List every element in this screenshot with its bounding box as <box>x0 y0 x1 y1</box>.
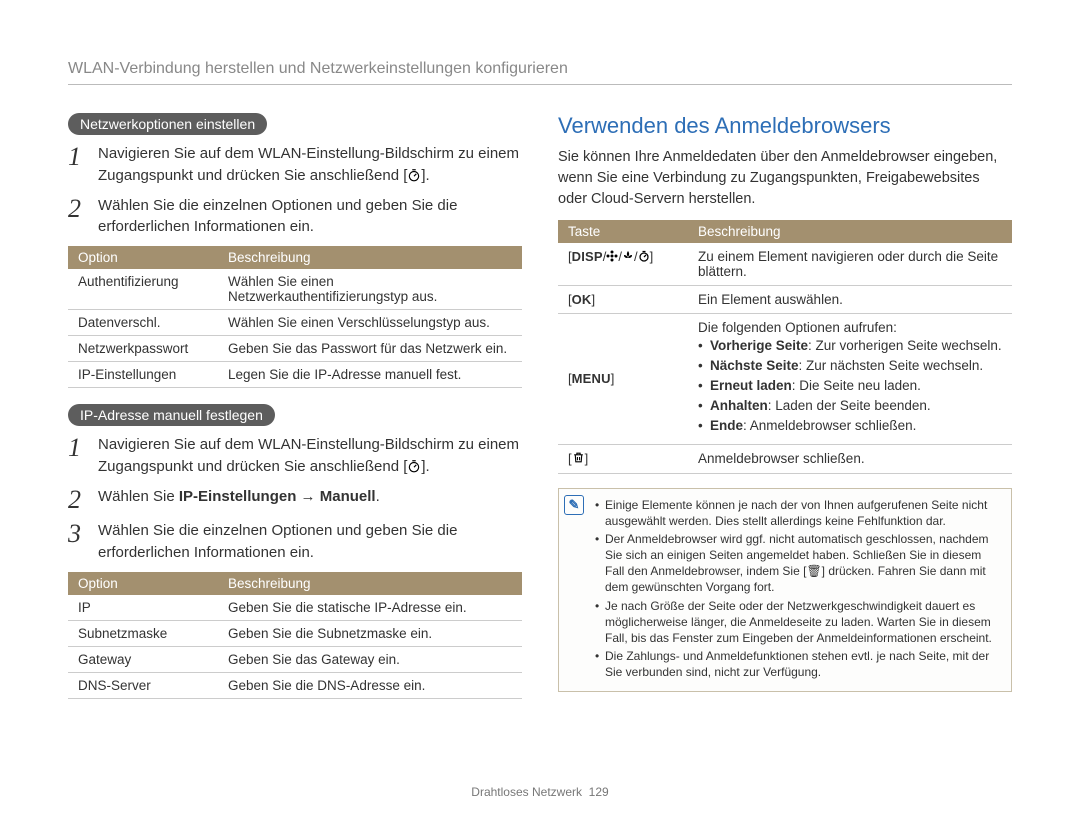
note-item: Je nach Größe der Seite oder der Netzwer… <box>595 598 1001 647</box>
table-header: Beschreibung <box>688 220 1012 243</box>
note-icon: ✎ <box>564 495 584 515</box>
table-row: NetzwerkpasswortGeben Sie das Passwort f… <box>68 336 522 362</box>
table-row: [] Anmeldebrowser schließen. <box>558 444 1012 473</box>
list-item: Anhalten: Laden der Seite beenden. <box>698 397 1002 416</box>
table-row: IPGeben Sie die statische IP-Adresse ein… <box>68 595 522 621</box>
subheading-ip-manual: IP-Adresse manuell festlegen <box>68 404 275 426</box>
trash-icon <box>572 451 585 467</box>
timer-icon <box>407 458 421 480</box>
timer-icon <box>407 167 421 189</box>
step-1: 1 Navigieren Sie auf dem WLAN-Einstellun… <box>68 434 522 480</box>
step-3: 3 Wählen Sie die einzelnen Optionen und … <box>68 520 522 564</box>
subheading-network-options: Netzwerkoptionen einstellen <box>68 113 267 135</box>
table-header: Option <box>68 246 218 269</box>
list-item: Ende: Anmeldebrowser schließen. <box>698 417 1002 436</box>
page-footer: Drahtloses Netzwerk 129 <box>0 785 1080 799</box>
step-text: Wählen Sie die einzelnen Optionen und ge… <box>98 520 522 564</box>
table-row: SubnetzmaskeGeben Sie die Subnetzmaske e… <box>68 620 522 646</box>
key-desc: Ein Element auswählen. <box>688 286 1012 314</box>
note-item: Der Anmeldebrowser wird ggf. nicht autom… <box>595 531 1001 596</box>
timer-icon <box>638 250 650 265</box>
table-row: [DISP///] Zu einem Element navigieren od… <box>558 243 1012 286</box>
key-table: Taste Beschreibung [DISP///] Zu einem El… <box>558 220 1012 473</box>
section-title: Verwenden des Anmeldebrowsers <box>558 113 1012 139</box>
manual-page: WLAN-Verbindung herstellen und Netzwerke… <box>0 0 1080 815</box>
menu-options-list: Vorherige Seite: Zur vorherigen Seite we… <box>698 337 1002 435</box>
footer-section: Drahtloses Netzwerk <box>471 785 582 799</box>
step-number: 2 <box>68 486 94 515</box>
left-column: Netzwerkoptionen einstellen 1 Navigieren… <box>68 113 522 715</box>
page-header: WLAN-Verbindung herstellen und Netzwerke… <box>68 60 1012 85</box>
table-header: Beschreibung <box>218 246 522 269</box>
flower-icon <box>606 250 618 265</box>
macro-icon <box>622 250 634 265</box>
note-item: Die Zahlungs- und Anmeldefunktionen steh… <box>595 648 1001 680</box>
options-table-2: Option Beschreibung IPGeben Sie die stat… <box>68 572 522 699</box>
options-table-1: Option Beschreibung AuthentifizierungWäh… <box>68 246 522 388</box>
note-item: Einige Elemente können je nach der von I… <box>595 497 1001 529</box>
key-trash: [] <box>558 444 688 473</box>
header-title: WLAN-Verbindung herstellen und Netzwerke… <box>68 60 1012 78</box>
list-item: Vorherige Seite: Zur vorherigen Seite we… <box>698 337 1002 356</box>
step-text: Wählen Sie IP-Einstellungen → Manuell. <box>98 486 522 515</box>
table-header: Option <box>68 572 218 595</box>
table-row: IP-EinstellungenLegen Sie die IP-Adresse… <box>68 362 522 388</box>
note-box: ✎ Einige Elemente können je nach der von… <box>558 488 1012 692</box>
table-row: DNS-ServerGeben Sie die DNS-Adresse ein. <box>68 672 522 698</box>
step-text: Navigieren Sie auf dem WLAN-Einstellung-… <box>98 434 522 480</box>
table-row: [OK] Ein Element auswählen. <box>558 286 1012 314</box>
step-number: 1 <box>68 143 94 189</box>
header-rule <box>68 84 1012 85</box>
key-menu: [MENU] <box>558 314 688 444</box>
step-text: Wählen Sie die einzelnen Optionen und ge… <box>98 195 522 239</box>
step-2: 2 Wählen Sie die einzelnen Optionen und … <box>68 195 522 239</box>
footer-page: 129 <box>589 785 609 799</box>
key-desc: Die folgenden Optionen aufrufen: Vorheri… <box>688 314 1012 444</box>
step-number: 1 <box>68 434 94 480</box>
note-body: Einige Elemente können je nach der von I… <box>589 489 1011 691</box>
step-text: Navigieren Sie auf dem WLAN-Einstellung-… <box>98 143 522 189</box>
step-number: 2 <box>68 195 94 239</box>
key-desc: Anmeldebrowser schließen. <box>688 444 1012 473</box>
step-2: 2 Wählen Sie IP-Einstellungen → Manuell. <box>68 486 522 515</box>
step-1: 1 Navigieren Sie auf dem WLAN-Einstellun… <box>68 143 522 189</box>
key-ok: [OK] <box>558 286 688 314</box>
table-row: GatewayGeben Sie das Gateway ein. <box>68 646 522 672</box>
list-item: Nächste Seite: Zur nächsten Seite wechse… <box>698 357 1002 376</box>
key-desc: Zu einem Element navigieren oder durch d… <box>688 243 1012 286</box>
list-item: Erneut laden: Die Seite neu laden. <box>698 377 1002 396</box>
right-column: Verwenden des Anmeldebrowsers Sie können… <box>558 113 1012 715</box>
table-row: Datenverschl.Wählen Sie einen Verschlüss… <box>68 310 522 336</box>
table-header: Beschreibung <box>218 572 522 595</box>
note-icon-container: ✎ <box>559 489 589 691</box>
content-columns: Netzwerkoptionen einstellen 1 Navigieren… <box>68 113 1012 715</box>
step-number: 3 <box>68 520 94 564</box>
table-row: [MENU] Die folgenden Optionen aufrufen: … <box>558 314 1012 444</box>
table-row: AuthentifizierungWählen Sie einen Netzwe… <box>68 269 522 310</box>
table-header: Taste <box>558 220 688 243</box>
intro-text: Sie können Ihre Anmeldedaten über den An… <box>558 147 1012 210</box>
key-disp: [DISP///] <box>558 243 688 286</box>
